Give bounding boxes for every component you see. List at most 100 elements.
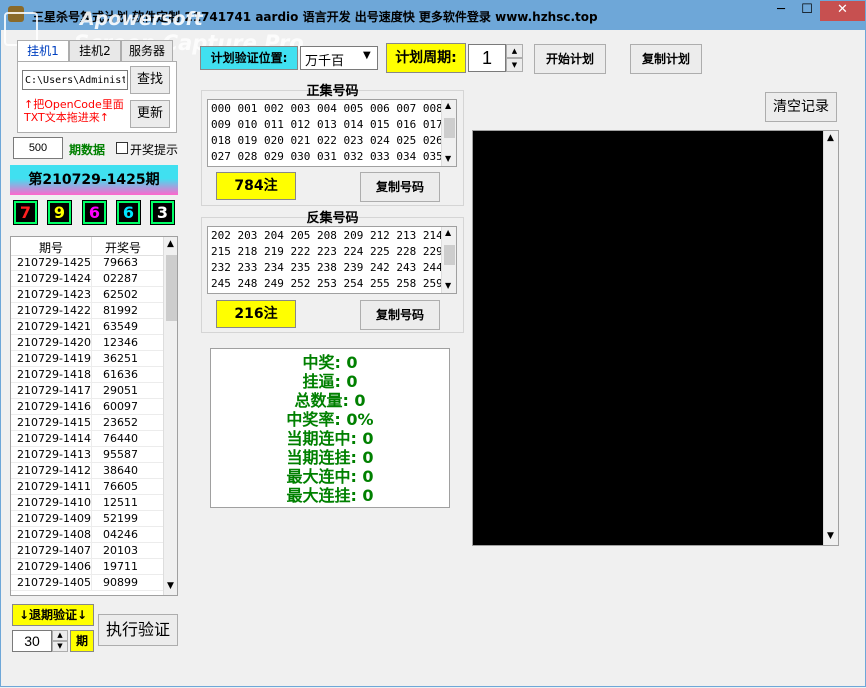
draw-digit-2: 9 bbox=[47, 200, 72, 225]
row-number: 12511 bbox=[103, 496, 138, 509]
history-table[interactable]: 期号 开奖号 210729-1425 79663 210729-1424 02287 2… bbox=[10, 236, 178, 596]
scroll-up-arrow-icon[interactable]: ▲ bbox=[827, 133, 834, 143]
row-divider bbox=[91, 527, 92, 543]
positive-set-list[interactable]: 000 001 002 003 004 005 006 007 008 009 … bbox=[207, 99, 457, 167]
clear-record-button[interactable]: 清空记录 bbox=[765, 92, 837, 122]
start-plan-button[interactable]: 开始计划 bbox=[534, 44, 606, 74]
draw-digit-5: 3 bbox=[150, 200, 175, 225]
draw-digit-3: 6 bbox=[82, 200, 107, 225]
table-row[interactable]: 210729-1411 76605 bbox=[11, 479, 163, 495]
table-row[interactable]: 210729-1414 76440 bbox=[11, 431, 163, 447]
plan-cycle-up-icon[interactable]: ▲ bbox=[506, 44, 523, 58]
backtest-label: ↓退期验证↓ bbox=[12, 604, 94, 626]
update-button[interactable]: 更新 bbox=[130, 100, 170, 128]
negative-scroll-thumb[interactable] bbox=[444, 245, 455, 265]
row-issue: 210729-1423 bbox=[17, 288, 91, 301]
scroll-down-arrow-icon[interactable]: ▼ bbox=[167, 581, 174, 591]
copy-negative-button[interactable]: 复制号码 bbox=[360, 300, 440, 330]
tab-server[interactable]: 服务器 bbox=[121, 40, 173, 62]
record-log-area[interactable]: ▲ ▼ bbox=[472, 130, 839, 546]
table-row[interactable]: 210729-1407 20103 bbox=[11, 543, 163, 559]
row-number: 90899 bbox=[103, 576, 138, 589]
negative-set-line-3: 232 233 234 235 238 239 242 243 244 bbox=[211, 261, 443, 274]
record-log-scrollbar[interactable]: ▲ ▼ bbox=[823, 131, 838, 545]
chevron-down-icon[interactable]: ▼ bbox=[363, 50, 371, 61]
table-row[interactable]: 210729-1421 63549 bbox=[11, 319, 163, 335]
negative-set-scrollbar[interactable]: ▲ ▼ bbox=[441, 227, 456, 293]
run-backtest-button[interactable]: 执行验证 bbox=[98, 614, 178, 646]
plan-cycle-input[interactable] bbox=[468, 44, 506, 72]
row-divider bbox=[91, 415, 92, 431]
table-row[interactable]: 210729-1415 23652 bbox=[11, 415, 163, 431]
table-row[interactable]: 210729-1416 60097 bbox=[11, 399, 163, 415]
tab-hangup-2[interactable]: 挂机2 bbox=[69, 40, 121, 62]
scroll-down-arrow-icon[interactable]: ▼ bbox=[827, 531, 834, 541]
minimize-button[interactable]: ─ bbox=[768, 1, 794, 21]
row-issue: 210729-1405 bbox=[17, 576, 91, 589]
scroll-down-arrow-icon[interactable]: ▼ bbox=[445, 281, 451, 290]
negative-set-title: 反集号码 bbox=[306, 211, 359, 226]
row-number: 29051 bbox=[103, 384, 138, 397]
row-divider bbox=[91, 271, 92, 287]
plan-position-label: 计划验证位置: bbox=[200, 46, 298, 70]
row-divider bbox=[91, 559, 92, 575]
backtest-period-input[interactable] bbox=[12, 630, 52, 652]
table-row[interactable]: 210729-1419 36251 bbox=[11, 351, 163, 367]
row-issue: 210729-1422 bbox=[17, 304, 91, 317]
maximize-button[interactable]: ☐ bbox=[794, 1, 820, 21]
row-divider bbox=[91, 351, 92, 367]
table-row[interactable]: 210729-1418 61636 bbox=[11, 367, 163, 383]
table-row[interactable]: 210729-1406 19711 bbox=[11, 559, 163, 575]
table-row[interactable]: 210729-1422 81992 bbox=[11, 303, 163, 319]
scroll-down-arrow-icon[interactable]: ▼ bbox=[445, 154, 451, 163]
row-divider bbox=[91, 463, 92, 479]
row-number: 95587 bbox=[103, 448, 138, 461]
negative-set-line-4: 245 248 249 252 253 254 255 258 259 bbox=[211, 277, 443, 290]
table-row[interactable]: 210729-1420 12346 bbox=[11, 335, 163, 351]
row-divider bbox=[91, 479, 92, 495]
table-row[interactable]: 210729-1413 95587 bbox=[11, 447, 163, 463]
table-row[interactable]: 210729-1425 79663 bbox=[11, 255, 163, 271]
copy-positive-button[interactable]: 复制号码 bbox=[360, 172, 440, 202]
row-issue: 210729-1424 bbox=[17, 272, 91, 285]
positive-set-scrollbar[interactable]: ▲ ▼ bbox=[441, 100, 456, 166]
file-path-input[interactable] bbox=[22, 70, 128, 90]
row-issue: 210729-1411 bbox=[17, 480, 91, 493]
row-number: 79663 bbox=[103, 256, 138, 269]
scroll-up-arrow-icon[interactable]: ▲ bbox=[167, 239, 174, 249]
history-scrollbar[interactable]: ▲ ▼ bbox=[163, 237, 177, 595]
row-divider bbox=[91, 335, 92, 351]
row-divider bbox=[91, 495, 92, 511]
scroll-up-arrow-icon[interactable]: ▲ bbox=[445, 101, 451, 110]
copy-plan-button[interactable]: 复制计划 bbox=[630, 44, 702, 74]
table-row[interactable]: 210729-1412 38640 bbox=[11, 463, 163, 479]
table-row[interactable]: 210729-1423 62502 bbox=[11, 287, 163, 303]
tab-hangup-1[interactable]: 挂机1 bbox=[17, 40, 69, 63]
prize-hint-checkbox[interactable] bbox=[116, 142, 128, 154]
history-scroll-thumb[interactable] bbox=[166, 255, 177, 321]
table-row[interactable]: 210729-1409 52199 bbox=[11, 511, 163, 527]
find-button[interactable]: 查找 bbox=[130, 66, 170, 94]
plan-position-select[interactable]: 万千百 ▼ bbox=[300, 46, 378, 70]
table-row[interactable]: 210729-1424 02287 bbox=[11, 271, 163, 287]
positive-scroll-thumb[interactable] bbox=[444, 118, 455, 138]
table-row[interactable]: 210729-1405 90899 bbox=[11, 575, 163, 591]
backtest-stepper-up-icon[interactable]: ▲ bbox=[52, 630, 68, 641]
row-number: 38640 bbox=[103, 464, 138, 477]
row-number: 12346 bbox=[103, 336, 138, 349]
row-number: 61636 bbox=[103, 368, 138, 381]
row-divider bbox=[91, 575, 92, 591]
backtest-stepper-down-icon[interactable]: ▼ bbox=[52, 641, 68, 652]
plan-cycle-down-icon[interactable]: ▼ bbox=[506, 58, 523, 72]
negative-set-list[interactable]: 202 203 204 205 208 209 212 213 214 215 … bbox=[207, 226, 457, 294]
table-row[interactable]: 210729-1408 04246 bbox=[11, 527, 163, 543]
row-divider bbox=[91, 303, 92, 319]
row-issue: 210729-1415 bbox=[17, 416, 91, 429]
scroll-up-arrow-icon[interactable]: ▲ bbox=[445, 228, 451, 237]
row-number: 76605 bbox=[103, 480, 138, 493]
table-row[interactable]: 210729-1417 29051 bbox=[11, 383, 163, 399]
row-number: 62502 bbox=[103, 288, 138, 301]
table-row[interactable]: 210729-1410 12511 bbox=[11, 495, 163, 511]
period-count-input[interactable] bbox=[13, 137, 63, 159]
close-button[interactable]: ✕ bbox=[820, 1, 865, 21]
